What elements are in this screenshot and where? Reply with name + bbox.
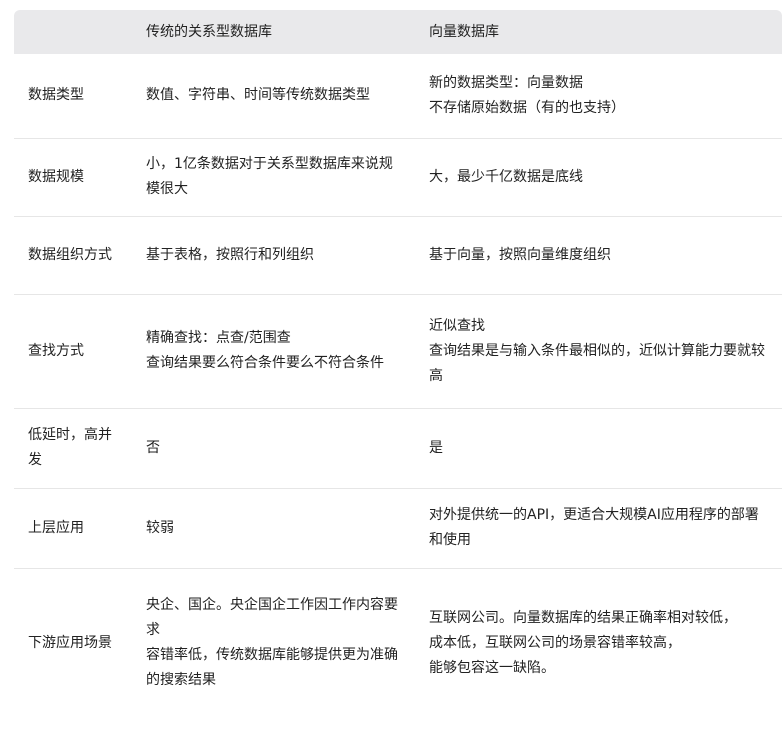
cell-line: 较弱 — [146, 519, 174, 536]
cell-line: 新的数据类型：向量数据 — [429, 74, 583, 91]
cell-line: 央企、国企。央企国企工作因工作内容要求 — [146, 597, 398, 639]
traditional-db-cell: 否 — [132, 408, 415, 489]
comparison-table: 传统的关系型数据库 向量数据库 数据类型 数值、字符串、时间等传统数据类型 新的数据… — [14, 10, 782, 718]
cell-line: 数值、字符串、时间等传统数据类型 — [146, 87, 370, 104]
row-label-cell: 低延时，高并发 — [14, 408, 132, 489]
row-label-cell: 数据规模 — [14, 138, 132, 217]
cell-line: 小，1亿条数据对于关系型数据库来说规模很大 — [146, 156, 393, 197]
traditional-db-cell: 较弱 — [132, 488, 415, 569]
vector-db-cell: 对外提供统一的API，更适合大规模AI应用程序的部署和使用 — [415, 488, 782, 569]
cell-line: 不存储原始数据（有的也支持） — [429, 99, 625, 116]
cell-line: 互联网公司。向量数据库的结果正确率相对较低， — [429, 609, 737, 626]
vector-db-cell: 基于向量，按照向量维度组织 — [415, 216, 782, 295]
header-row: 传统的关系型数据库 向量数据库 — [14, 10, 782, 54]
header-cell-vector-db: 向量数据库 — [415, 10, 782, 54]
cell-line: 的搜索结果 — [146, 672, 216, 689]
cell-line: 基于表格，按照行和列组织 — [146, 246, 314, 263]
vector-db-cell: 互联网公司。向量数据库的结果正确率相对较低， 成本低，互联网公司的场景容错率较高，… — [415, 568, 782, 718]
cell-line: 基于向量，按照向量维度组织 — [429, 246, 611, 263]
cell-line: 成本低，互联网公司的场景容错率较高， — [429, 634, 681, 651]
table-row: 低延时，高并发否 是 — [14, 408, 782, 489]
traditional-db-cell: 小，1亿条数据对于关系型数据库来说规模很大 — [132, 138, 415, 217]
cell-line: 大，最少千亿数据是底线 — [429, 168, 583, 185]
cell-line: 是 — [429, 439, 443, 456]
cell-line: 否 — [146, 439, 160, 456]
vector-db-cell: 近似查找查询结果是与输入条件最相似的，近似计算能力要就较高 — [415, 294, 782, 409]
table-header: 传统的关系型数据库 向量数据库 — [14, 10, 782, 54]
header-cell-traditional-db: 传统的关系型数据库 — [132, 10, 415, 54]
traditional-db-cell: 精确查找：点查/范围查查询结果要么符合条件要么不符合条件 — [132, 294, 415, 409]
table-row: 数据组织方式 基于表格，按照行和列组织 基于向量，按照向量维度组织 — [14, 216, 782, 295]
cell-line: 对外提供统一的API，更适合大规模AI应用程序的部署和使用 — [429, 507, 759, 548]
comparison-table-container: 传统的关系型数据库 向量数据库 数据类型 数值、字符串、时间等传统数据类型 新的数据… — [14, 10, 782, 740]
traditional-db-cell: 央企、国企。央企国企工作因工作内容要求容错率低，传统数据库能够提供更为准确 的搜索… — [132, 568, 415, 718]
cell-line: 能够包容这一缺陷。 — [429, 659, 555, 676]
vector-db-cell: 是 — [415, 408, 782, 489]
cell-line: 精确查找：点查/范围查 — [146, 330, 291, 346]
row-label-cell: 数据类型 — [14, 54, 132, 139]
table-body: 数据类型 数值、字符串、时间等传统数据类型 新的数据类型：向量数据不存储原始数据（有… — [14, 54, 782, 718]
row-label-cell: 上层应用 — [14, 488, 132, 569]
traditional-db-cell: 数值、字符串、时间等传统数据类型 — [132, 54, 415, 139]
row-label-cell: 查找方式 — [14, 294, 132, 409]
table-row: 数据类型 数值、字符串、时间等传统数据类型 新的数据类型：向量数据不存储原始数据（有… — [14, 54, 782, 139]
cell-line: 查询结果要么符合条件要么不符合条件 — [146, 355, 384, 371]
table-row: 数据规模 小，1亿条数据对于关系型数据库来说规模很大 大，最少千亿数据是底线 — [14, 138, 782, 217]
header-cell-feature — [14, 10, 132, 54]
table-row: 查找方式 精确查找：点查/范围查 查询结果要么符合条件要么不符合条件 近似查找 查询结果… — [14, 294, 782, 409]
vector-db-cell: 新的数据类型：向量数据不存储原始数据（有的也支持） — [415, 54, 782, 139]
cell-line: 近似查找 — [429, 317, 485, 334]
cell-line: 容错率低，传统数据库能够提供更为准确 — [146, 647, 398, 664]
traditional-db-cell: 基于表格，按照行和列组织 — [132, 216, 415, 295]
row-label-cell: 下游应用场景 — [28, 634, 112, 651]
table-row: 上层应用 较弱 对外提供统一的API，更适合大规模AI应用程序的部署和使用 — [14, 488, 782, 569]
vector-db-cell: 大，最少千亿数据是底线 — [415, 138, 782, 217]
cell-line: 查询结果是与输入条件最相似的，近似计算能力要就较高 — [429, 342, 765, 384]
table-row: 下游应用场景 央企、国企。央企国企工作因工作内容要求容错率低，传统数据库能够提供更… — [14, 568, 782, 718]
row-label-cell: 数据组织方式 — [14, 216, 132, 295]
